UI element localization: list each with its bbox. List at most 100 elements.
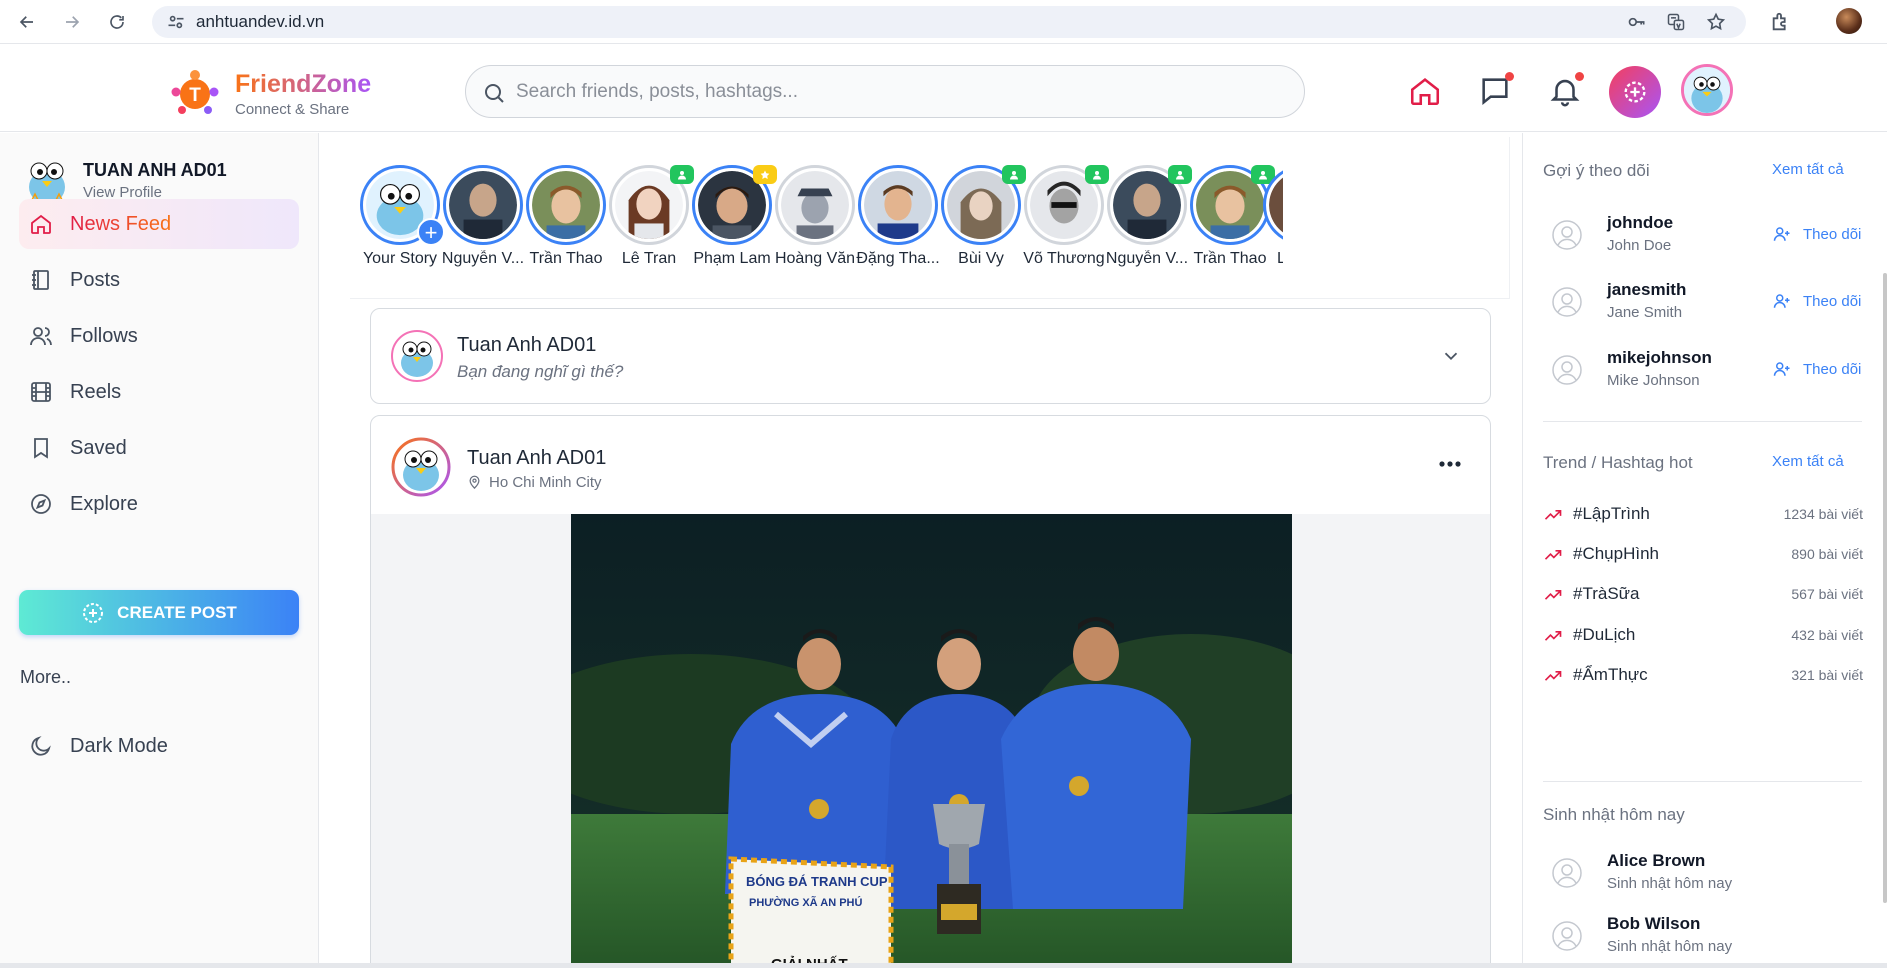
sidebar-item-posts[interactable]: Posts [19, 255, 299, 305]
story-avatar[interactable]: + [360, 165, 445, 246]
birthday-note: Sinh nhật hôm nay [1607, 875, 1733, 892]
hashtag-item[interactable]: #LậpTrình 1234 bài viết [1543, 503, 1863, 527]
sidebar-item-label: Follows [70, 325, 138, 347]
hashtag-name[interactable]: #LậpTrình [1573, 504, 1650, 524]
stories-bar[interactable]: + Your Story Nguyễn V... Trần Thao Lê Tr… [350, 137, 1510, 299]
composer-name: Tuan Anh AD01 [457, 334, 597, 356]
composer-prompt[interactable]: Bạn đang nghĩ gì thế? [457, 362, 623, 382]
scrollbar[interactable] [1883, 273, 1887, 903]
chevron-down-icon[interactable] [1440, 345, 1462, 367]
see-all-trends-link[interactable]: Xem tất cả [1772, 453, 1844, 470]
more-options-icon[interactable] [1438, 460, 1462, 468]
user-placeholder-icon[interactable] [1551, 354, 1583, 386]
user-placeholder-icon[interactable] [1551, 219, 1583, 251]
brand-name[interactable]: FriendZone [235, 70, 371, 99]
sidebar-item-explore[interactable]: Explore [19, 479, 299, 529]
create-post-button[interactable]: CREATE POST [19, 590, 299, 635]
story-avatar[interactable] [609, 165, 694, 245]
messages-icon[interactable] [1478, 72, 1514, 108]
story-avatar[interactable] [858, 165, 938, 245]
browser-profile-avatar[interactable] [1836, 8, 1862, 34]
create-button[interactable] [1609, 66, 1661, 118]
post-author-name[interactable]: Tuan Anh AD01 [467, 447, 606, 470]
suggestion-fullname: John Doe [1607, 237, 1672, 254]
sidebar-item-follows[interactable]: Follows [19, 311, 299, 361]
follow-label: Theo dõi [1803, 292, 1862, 310]
follow-button[interactable]: Theo dõi [1773, 225, 1861, 243]
trend-title: Trend / Hashtag hot [1543, 453, 1693, 472]
banner-line-1: BÓNG ĐÁ TRANH CUP [746, 874, 888, 889]
logo-icon[interactable]: T [170, 68, 220, 116]
hashtag-count: 432 bài viết [1791, 627, 1863, 643]
profile-card[interactable]: TUAN ANH AD01 View Profile [22, 155, 302, 205]
back-icon[interactable] [16, 11, 38, 33]
composer-avatar [391, 330, 443, 382]
app-header: T FriendZone Connect & Share [0, 44, 1887, 132]
star-icon[interactable] [1706, 12, 1726, 32]
user-placeholder-icon[interactable] [1551, 920, 1583, 952]
profile-name[interactable]: TUAN ANH AD01 [83, 160, 227, 181]
suggestion-username[interactable]: janesmith [1607, 280, 1686, 300]
sidebar-item-label: Reels [70, 381, 122, 403]
user-placeholder-icon[interactable] [1551, 857, 1583, 889]
home-icon[interactable] [1408, 74, 1442, 108]
extensions-icon[interactable] [1770, 11, 1792, 33]
translate-icon[interactable] [1666, 12, 1686, 32]
hashtag-name[interactable]: #DuLịch [1573, 625, 1635, 645]
story-avatar[interactable] [1190, 165, 1275, 245]
dark-mode-toggle[interactable]: Dark Mode [19, 721, 299, 771]
hashtag-item[interactable]: #ChụpHình 890 bài viết [1543, 543, 1863, 567]
sidebar-item-reels[interactable]: Reels [19, 367, 299, 417]
profile-avatar[interactable] [22, 155, 72, 205]
follow-button[interactable]: Theo dõi [1773, 360, 1861, 378]
story-avatar[interactable] [526, 165, 606, 245]
story-avatar[interactable] [1107, 165, 1192, 245]
sidebar-item-news-feed[interactable]: News Feed [19, 199, 299, 249]
suggestion-item: johndoe John Doe Theo dõi [1543, 211, 1863, 261]
key-icon[interactable] [1626, 12, 1646, 32]
banner-line-2: PHƯỜNG XÃ AN PHÚ [749, 896, 862, 909]
hashtag-item[interactable]: #TràSữa 567 bài viết [1543, 583, 1863, 607]
story-item[interactable]: L [1263, 165, 1283, 268]
svg-text:T: T [189, 85, 201, 106]
url-text[interactable]: anhtuandev.id.vn [196, 12, 324, 32]
follow-button[interactable]: Theo dõi [1773, 292, 1861, 310]
create-post-label: CREATE POST [117, 602, 237, 622]
story-avatar[interactable] [1024, 165, 1109, 245]
hashtag-name[interactable]: #ẨmThực [1573, 665, 1648, 685]
search-icon [482, 81, 506, 105]
site-settings-icon[interactable] [166, 12, 186, 32]
story-avatar[interactable] [941, 165, 1026, 245]
address-bar[interactable]: anhtuandev.id.vn [152, 6, 1746, 38]
hashtag-name[interactable]: #TràSữa [1573, 584, 1640, 604]
notebook-icon [29, 268, 53, 292]
birthday-name[interactable]: Bob Wilson [1607, 914, 1700, 934]
see-all-suggestions-link[interactable]: Xem tất cả [1772, 161, 1844, 178]
reload-icon[interactable] [106, 11, 128, 33]
bell-icon[interactable] [1548, 72, 1584, 108]
suggestion-username[interactable]: johndoe [1607, 213, 1673, 233]
story-avatar[interactable] [443, 165, 523, 245]
forward-icon[interactable] [61, 11, 83, 33]
hashtag-item[interactable]: #ẨmThực 321 bài viết [1543, 664, 1863, 688]
post-location: Ho Chi Minh City [467, 474, 602, 491]
trending-icon [1543, 666, 1563, 686]
user-placeholder-icon[interactable] [1551, 286, 1583, 318]
user-plus-icon [1773, 294, 1790, 308]
story-avatar[interactable] [692, 165, 777, 245]
story-avatar[interactable] [1263, 165, 1283, 245]
suggestion-username[interactable]: mikejohnson [1607, 348, 1712, 368]
post-photo[interactable]: BÓNG ĐÁ TRANH CUP PHƯỜNG XÃ AN PHÚ GIẢI … [571, 514, 1292, 968]
hashtag-item[interactable]: #DuLịch 432 bài viết [1543, 624, 1863, 648]
search-input[interactable] [516, 76, 1276, 108]
post-author-avatar[interactable] [391, 437, 451, 497]
sidebar-item-saved[interactable]: Saved [19, 423, 299, 473]
post-composer[interactable]: Tuan Anh AD01 Bạn đang nghĩ gì thế? [370, 308, 1491, 404]
story-avatar[interactable] [775, 165, 855, 245]
hashtag-name[interactable]: #ChụpHình [1573, 544, 1659, 564]
more-link[interactable]: More.. [20, 667, 71, 688]
header-avatar[interactable] [1681, 64, 1733, 116]
search-bar[interactable] [465, 65, 1305, 118]
birthday-name[interactable]: Alice Brown [1607, 851, 1705, 871]
film-icon [29, 380, 53, 404]
